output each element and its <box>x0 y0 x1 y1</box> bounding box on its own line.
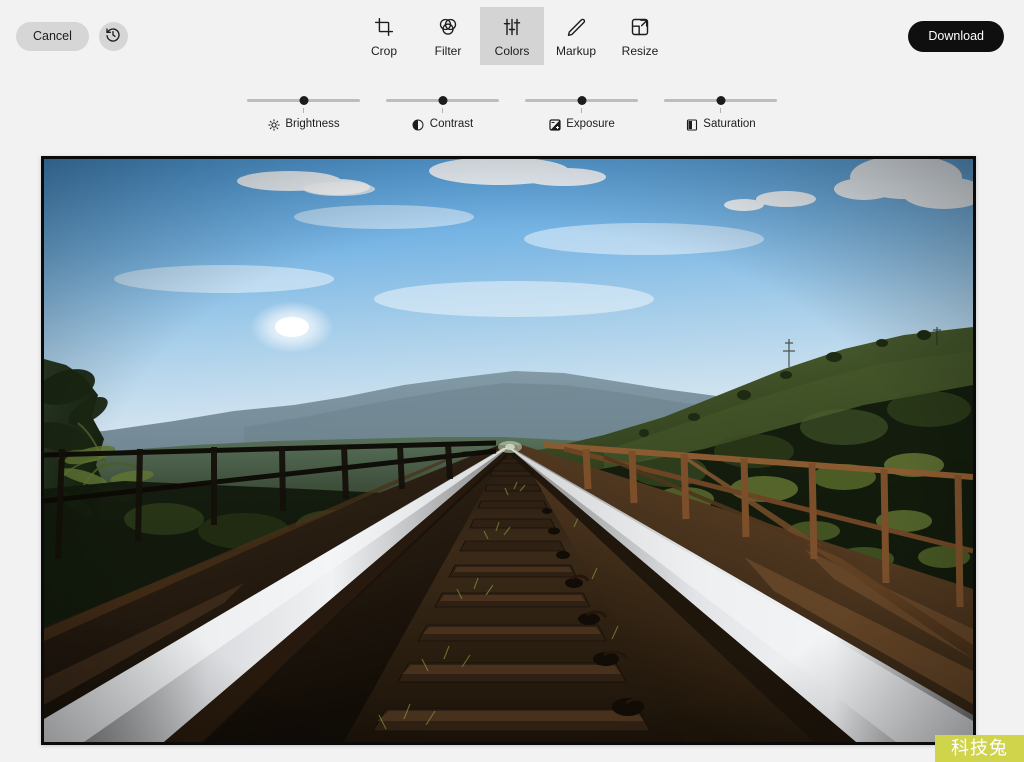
watermark: 科技兔 <box>935 735 1024 762</box>
contrast-label: Contrast <box>429 117 474 130</box>
tab-resize[interactable]: Resize <box>608 7 672 65</box>
slider-group-contrast: Contrast <box>386 94 499 131</box>
edited-photo[interactable] <box>44 159 973 742</box>
tab-colors-label: Colors <box>494 44 530 58</box>
tab-markup-label: Markup <box>555 44 596 58</box>
tab-crop-label: Crop <box>370 44 397 58</box>
contrast-label-row: Contrast <box>412 118 473 131</box>
history-restore-icon <box>105 27 121 46</box>
saturation-label: Saturation <box>703 117 756 130</box>
sliders-icon <box>501 16 523 38</box>
slider-group-saturation: Saturation <box>664 94 777 131</box>
brightness-label-row: Brightness <box>267 117 340 131</box>
tool-tabs: Crop Filter Colors Markup Resize <box>352 7 672 65</box>
exposure-center-tick <box>581 108 582 113</box>
brightness-sun-icon <box>267 118 280 131</box>
exposure-square-icon <box>548 118 561 131</box>
download-button[interactable]: Download <box>908 21 1004 52</box>
exposure-slider[interactable] <box>525 94 638 106</box>
color-adjustment-sliders: Brightness Contrast Exposure Saturation <box>0 94 1024 131</box>
resize-icon <box>629 16 651 38</box>
toolbar: Cancel Crop Filter Colors Markup Resize … <box>0 0 1024 72</box>
tab-markup[interactable]: Markup <box>544 7 608 65</box>
contrast-center-tick <box>442 108 443 113</box>
exposure-label: Exposure <box>566 117 615 130</box>
photo-artwork <box>44 159 973 742</box>
saturation-slider-thumb[interactable] <box>716 95 725 105</box>
slider-group-brightness: Brightness <box>247 94 360 131</box>
brightness-slider[interactable] <box>247 94 360 106</box>
filter-icon <box>437 16 459 38</box>
saturation-label-row: Saturation <box>685 117 756 131</box>
history-restore-button[interactable] <box>98 22 128 51</box>
left-controls: Cancel <box>16 22 128 51</box>
tab-colors[interactable]: Colors <box>480 7 544 65</box>
tab-resize-label: Resize <box>621 44 659 58</box>
image-editor-app: Cancel Crop Filter Colors Markup Resize … <box>0 0 1024 762</box>
brightness-slider-thumb[interactable] <box>299 95 308 105</box>
cancel-button[interactable]: Cancel <box>16 22 89 51</box>
brightness-label: Brightness <box>285 117 340 130</box>
exposure-label-row: Exposure <box>548 118 615 131</box>
saturation-slider[interactable] <box>664 94 777 106</box>
tab-filter[interactable]: Filter <box>416 7 480 65</box>
image-canvas-frame[interactable] <box>41 156 976 745</box>
contrast-slider-thumb[interactable] <box>438 95 447 105</box>
crop-icon <box>373 16 395 38</box>
contrast-slider[interactable] <box>386 94 499 106</box>
tab-crop[interactable]: Crop <box>352 7 416 65</box>
tab-filter-label: Filter <box>434 44 462 58</box>
saturation-center-tick <box>720 108 721 113</box>
exposure-slider-thumb[interactable] <box>577 95 586 105</box>
contrast-circle-icon <box>412 118 425 131</box>
slider-group-exposure: Exposure <box>525 94 638 131</box>
pencil-icon <box>565 16 587 38</box>
saturation-box-icon <box>685 118 698 131</box>
brightness-center-tick <box>303 108 304 113</box>
